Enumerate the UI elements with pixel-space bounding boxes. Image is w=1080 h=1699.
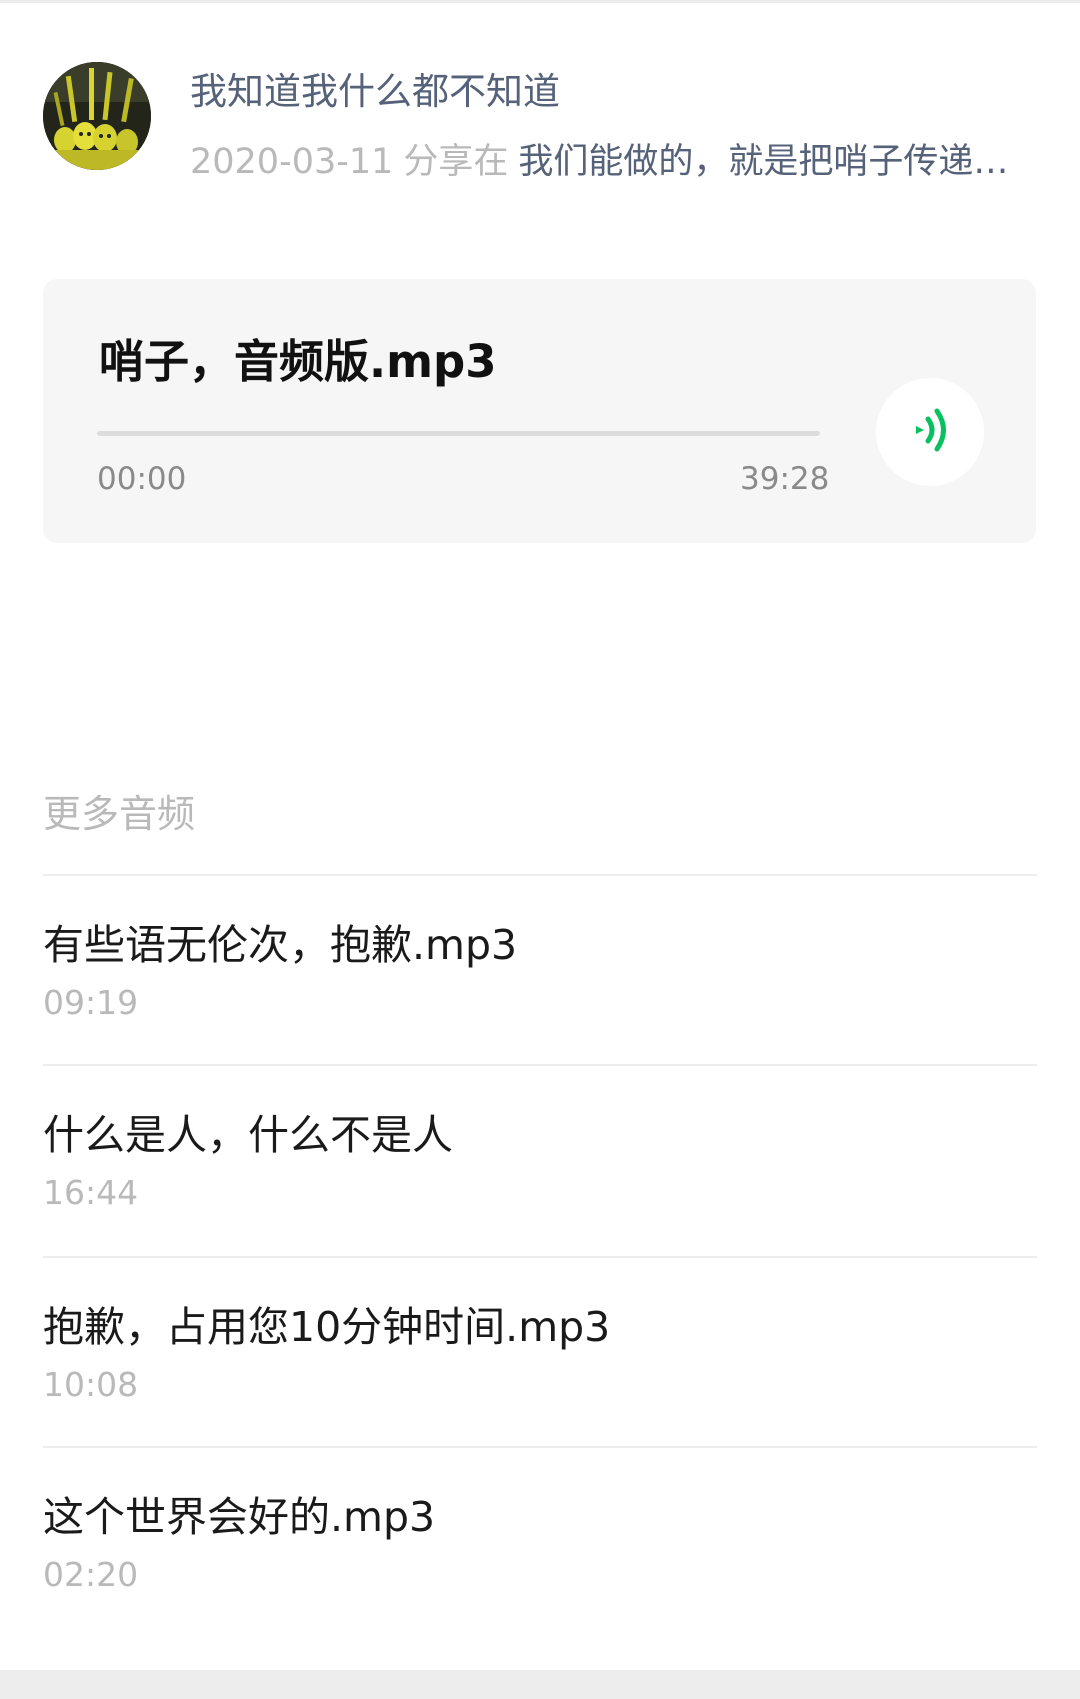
share-meta: 2020-03-11 分享在 我们能做的，就是把哨子传递… — [190, 134, 1030, 190]
audio-title: 什么是人，什么不是人 — [43, 1111, 453, 1159]
list-item[interactable]: 这个世界会好的.mp3 02:20 — [43, 1448, 1037, 1638]
audio-player-card[interactable]: 哨子，音频版.mp3 00:00 39:28 — [43, 279, 1036, 543]
more-audio-heading: 更多音频 — [43, 792, 196, 836]
list-item[interactable]: 抱歉，占用您10分钟时间.mp3 10:08 — [43, 1258, 1037, 1448]
track-title: 哨子，音频版.mp3 — [99, 335, 497, 388]
progress-bar[interactable] — [97, 431, 820, 436]
audio-title: 这个世界会好的.mp3 — [43, 1493, 436, 1541]
avatar[interactable] — [43, 62, 151, 170]
list-item[interactable]: 什么是人，什么不是人 16:44 — [43, 1066, 1037, 1256]
audio-duration: 10:08 — [43, 1365, 139, 1404]
current-time: 00:00 — [97, 461, 187, 497]
bottom-bar — [0, 1670, 1080, 1699]
audio-playing-icon — [908, 404, 952, 460]
share-label: 分享在 — [403, 142, 509, 182]
top-divider — [0, 0, 1080, 3]
audio-title: 有些语无伦次，抱歉.mp3 — [43, 921, 518, 969]
audio-duration: 16:44 — [43, 1173, 139, 1212]
author-name[interactable]: 我知道我什么都不知道 — [190, 64, 560, 120]
audio-duration: 02:20 — [43, 1555, 139, 1594]
play-button[interactable] — [876, 378, 984, 486]
audio-title: 抱歉，占用您10分钟时间.mp3 — [43, 1303, 611, 1351]
total-time: 39:28 — [740, 461, 830, 497]
share-date: 2020-03-11 — [190, 142, 394, 182]
list-item[interactable]: 有些语无伦次，抱歉.mp3 09:19 — [43, 876, 1037, 1066]
audio-duration: 09:19 — [43, 983, 139, 1022]
shared-topic-link[interactable]: 我们能做的，就是把哨子传递… — [518, 134, 1008, 190]
